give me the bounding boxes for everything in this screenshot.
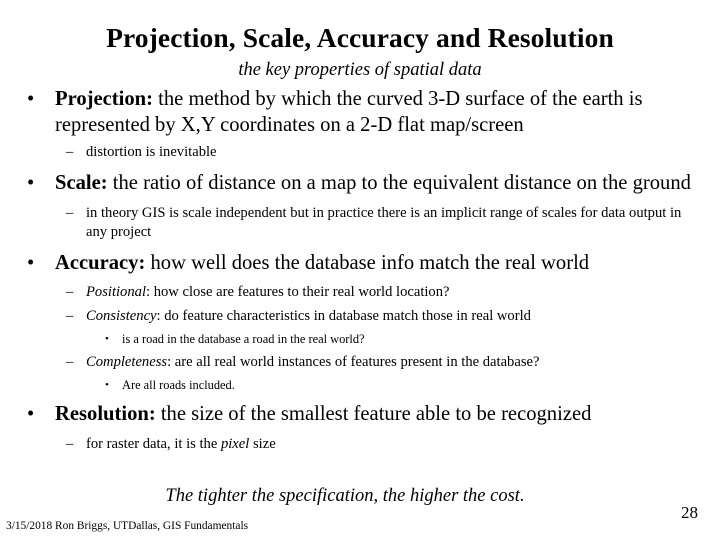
bullet-projection-lead: Projection: bbox=[55, 88, 153, 110]
sub-sub-bullet-roads-included-text: Are all roads included. bbox=[122, 377, 235, 392]
bullet-accuracy-text: how well does the database info match th… bbox=[145, 251, 590, 274]
bullet-icon: • bbox=[27, 88, 35, 110]
bullet-icon: • bbox=[105, 378, 109, 391]
sub-bullet-consistency-term: Consistency bbox=[86, 308, 157, 324]
bullet-projection: • Projection: the method by which the cur… bbox=[0, 87, 720, 138]
sub-sub-bullet-roads-included: • Are all roads included. bbox=[0, 377, 720, 394]
page-number: 28 bbox=[681, 503, 698, 522]
bullet-scale-text: the ratio of distance on a map to the eq… bbox=[107, 172, 691, 194]
sub-bullet-completeness-term: Completeness bbox=[86, 353, 168, 370]
sub-bullet-raster-pixel-after: size bbox=[249, 435, 276, 452]
bullet-icon: • bbox=[27, 172, 35, 194]
sub-bullet-raster-pixel: – for raster data, it is the pixel size bbox=[0, 435, 720, 454]
dash-icon: – bbox=[66, 353, 74, 370]
sub-bullet-raster-pixel-before: for raster data, it is the bbox=[86, 435, 221, 452]
sub-sub-bullet-road-question-text: is a road in the database a road in the … bbox=[122, 332, 365, 346]
bullet-scale: • Scale: the ratio of distance on a map t… bbox=[0, 171, 720, 197]
sub-bullet-projection-distortion-text: distortion is inevitable bbox=[86, 144, 217, 160]
dash-icon: – bbox=[66, 144, 74, 160]
bullet-scale-lead: Scale: bbox=[55, 172, 108, 194]
dash-icon: – bbox=[66, 308, 74, 324]
sub-bullet-consistency: – Consistency: do feature characteristics… bbox=[0, 307, 720, 326]
closing-tagline: The tighter the specification, the highe… bbox=[165, 486, 525, 506]
dash-icon: – bbox=[66, 284, 74, 300]
slide: Projection, Scale, Accuracy and Resoluti… bbox=[0, 0, 720, 540]
sub-bullet-positional-text: : how close are features to their real w… bbox=[146, 284, 450, 300]
dash-icon: – bbox=[66, 435, 74, 452]
bullet-resolution: • Resolution: the size of the smallest fe… bbox=[0, 402, 720, 428]
sub-bullet-raster-pixel-term: pixel bbox=[220, 435, 250, 452]
sub-bullet-positional: – Positional: how close are features to t… bbox=[0, 283, 720, 302]
dash-icon: – bbox=[66, 204, 74, 221]
sub-bullet-scale-range-text: in theory GIS is scale independent but i… bbox=[86, 204, 682, 240]
bullet-icon: • bbox=[27, 251, 35, 274]
bullet-icon: • bbox=[27, 403, 35, 425]
sub-bullet-projection-distortion: – distortion is inevitable bbox=[0, 143, 720, 162]
sub-bullet-positional-term: Positional bbox=[86, 284, 146, 300]
footer-credit: 3/15/2018 Ron Briggs, UTDallas, GIS Fund… bbox=[6, 520, 249, 532]
slide-title: Projection, Scale, Accuracy and Resoluti… bbox=[106, 22, 614, 53]
sub-bullet-completeness: – Completeness: are all real world instan… bbox=[0, 353, 720, 372]
sub-bullet-completeness-text: : are all real world instances of featur… bbox=[167, 353, 540, 370]
sub-bullet-scale-range: – in theory GIS is scale independent but … bbox=[0, 204, 720, 242]
slide-body: • Projection: the method by which the cur… bbox=[0, 86, 720, 454]
bullet-resolution-text: the size of the smallest feature able to… bbox=[155, 403, 592, 425]
sub-sub-bullet-road-question: • is a road in the database a road in the… bbox=[0, 331, 720, 348]
bullet-resolution-lead: Resolution: bbox=[55, 403, 156, 425]
bullet-icon: • bbox=[105, 333, 109, 345]
bullet-accuracy-lead: Accuracy: bbox=[55, 251, 146, 274]
slide-subtitle: the key properties of spatial data bbox=[238, 60, 482, 80]
bullet-accuracy: • Accuracy: how well does the database in… bbox=[0, 251, 720, 277]
sub-bullet-consistency-text: : do feature characteristics in database… bbox=[156, 308, 531, 324]
